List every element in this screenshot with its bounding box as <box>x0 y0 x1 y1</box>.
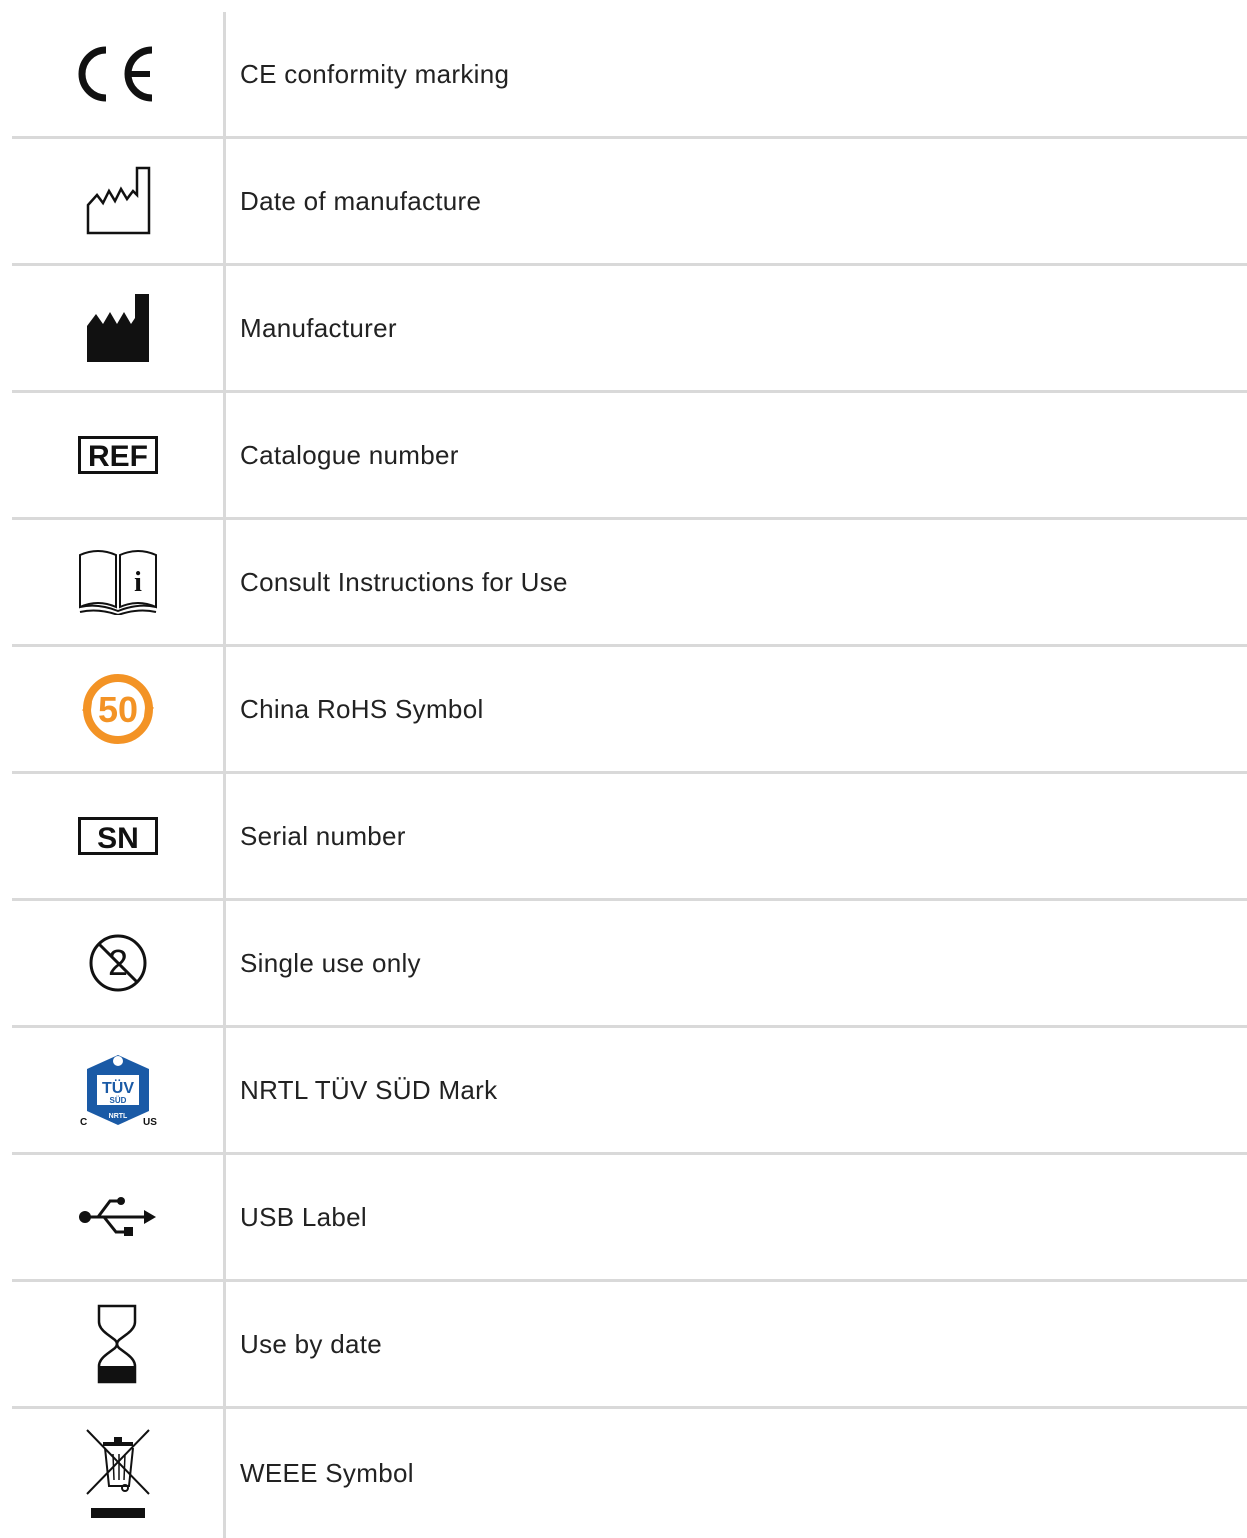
table-row: SN Serial number <box>12 774 1247 901</box>
date-of-manufacture-icon <box>86 166 150 235</box>
tuv-sud-nrtl-icon: TÜV SÜD NRTL C US <box>80 1055 157 1127</box>
icon-cell <box>12 139 226 263</box>
symbol-label: USB Label <box>240 1201 367 1232</box>
use-by-date-icon <box>97 1304 136 1384</box>
serial-number-icon: SN <box>77 817 158 855</box>
table-row: Use by date <box>12 1282 1247 1409</box>
symbol-label: Use by date <box>240 1328 383 1359</box>
table-row: Manufacturer <box>12 266 1247 393</box>
tuv-text: TÜV <box>102 1078 134 1097</box>
usb-icon <box>78 1197 156 1236</box>
icon-cell: REF <box>12 393 226 517</box>
rohs-50-text: 50 <box>97 689 137 730</box>
symbols-table: CE conformity marking Date of manufactur… <box>12 12 1247 1538</box>
china-rohs-icon: 50 <box>81 674 154 744</box>
symbol-label: Single use only <box>240 947 421 978</box>
icon-cell: TÜV SÜD NRTL C US <box>12 1028 226 1152</box>
ref-catalogue-icon: REF <box>77 436 158 474</box>
info-i-text: i <box>134 567 142 598</box>
symbol-label: Date of manufacture <box>240 185 482 216</box>
icon-cell <box>12 12 226 136</box>
symbol-label: WEEE Symbol <box>240 1458 414 1488</box>
icon-cell: i <box>12 520 226 644</box>
icon-cell: SN <box>12 774 226 898</box>
symbol-label: China RoHS Symbol <box>240 693 484 724</box>
manufacturer-icon <box>86 294 149 362</box>
symbol-label: NRTL TÜV SÜD Mark <box>240 1074 498 1105</box>
symbol-label: Serial number <box>240 820 406 851</box>
table-row: 50 China RoHS Symbol <box>12 647 1247 774</box>
icon-cell: 50 <box>12 647 226 771</box>
table-row: 2 Single use only <box>12 901 1247 1028</box>
sud-text: SÜD <box>109 1096 126 1105</box>
consult-ifu-icon: i <box>78 550 157 615</box>
table-row: WEEE Symbol <box>12 1409 1247 1538</box>
symbol-label: Catalogue number <box>240 439 459 470</box>
sn-text: SN <box>97 822 139 855</box>
icon-cell <box>12 266 226 390</box>
table-row: USB Label <box>12 1155 1247 1282</box>
table-row: Date of manufacture <box>12 139 1247 266</box>
single-use-icon: 2 <box>89 934 146 992</box>
weee-icon <box>85 1428 150 1518</box>
us-text: US <box>143 1117 157 1127</box>
table-row: REF Catalogue number <box>12 393 1247 520</box>
icon-cell <box>12 1155 226 1279</box>
nrtl-text: NRTL <box>108 1113 127 1120</box>
symbol-label: CE conformity marking <box>240 58 510 89</box>
table-row: TÜV SÜD NRTL C US NRTL TÜV SÜD Mark <box>12 1028 1247 1155</box>
icon-cell <box>12 1409 226 1538</box>
c-text: C <box>80 1117 87 1127</box>
table-row: i Consult Instructions for Use <box>12 520 1247 647</box>
icon-cell: 2 <box>12 901 226 1025</box>
ref-text: REF <box>88 440 148 473</box>
symbol-label: Consult Instructions for Use <box>240 566 568 597</box>
table-row: CE conformity marking <box>12 12 1247 139</box>
icon-cell <box>12 1282 226 1406</box>
ce-mark-icon <box>78 46 152 102</box>
symbol-label: Manufacturer <box>240 312 397 343</box>
